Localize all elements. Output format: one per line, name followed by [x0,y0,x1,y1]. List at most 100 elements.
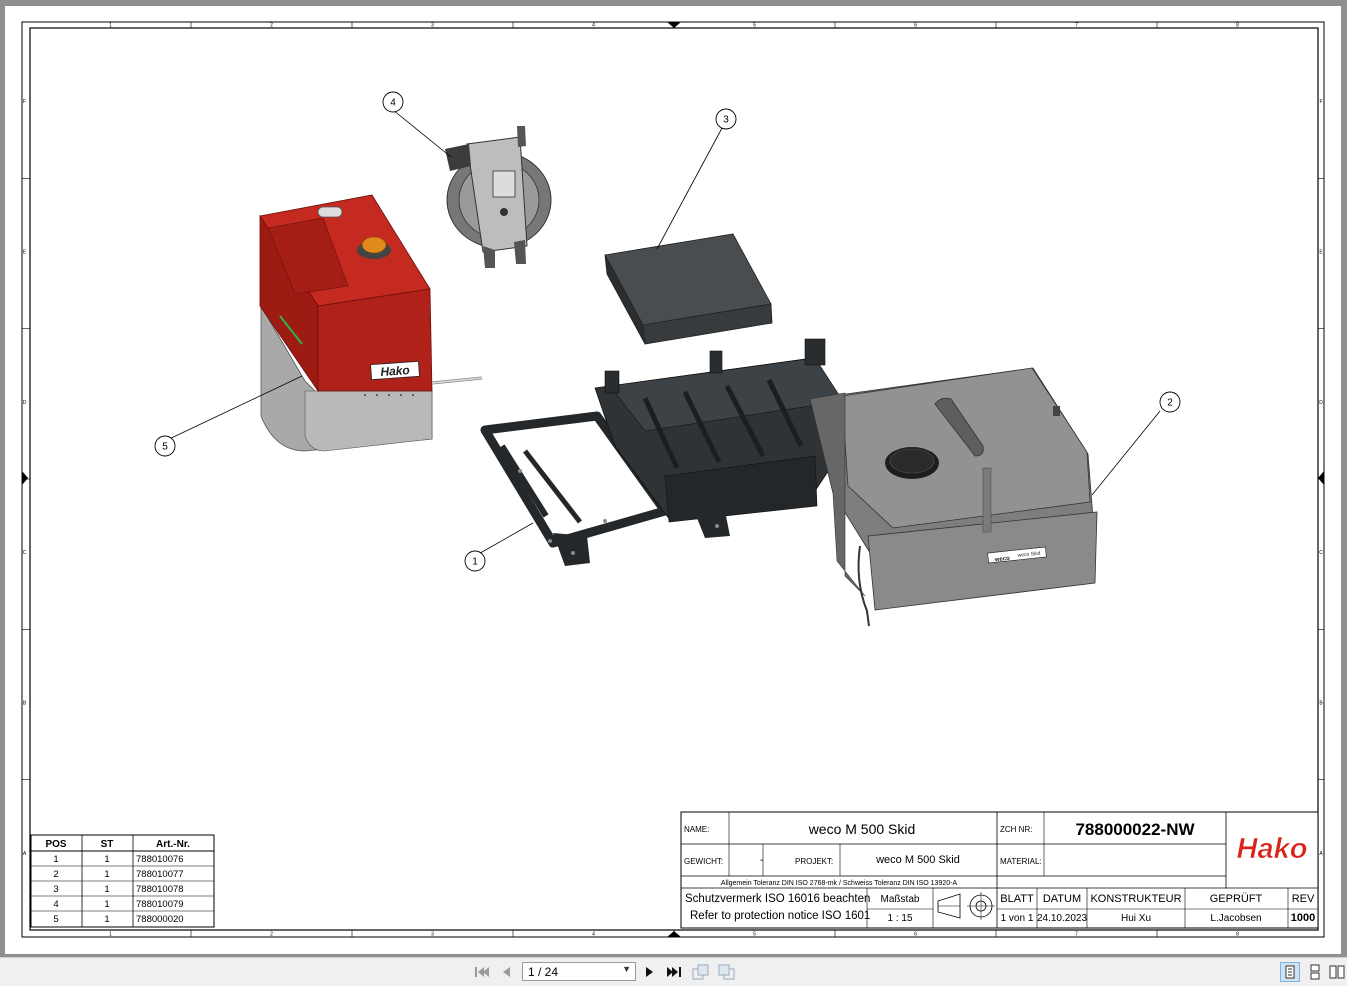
parts-list-cell: 788010076 [136,854,184,865]
previous-view-button[interactable] [692,963,710,981]
hako-logo: Hako [1237,833,1308,865]
callout-label-2: 2 [1167,398,1173,409]
viewer-toolbar: 1 / 24 ▼ [0,957,1347,986]
zch-label: ZCH NR: [1000,825,1032,834]
frame-column-label: 5 [753,932,756,938]
frame-row-label: E [1319,250,1323,256]
parts-list-cell: 788010078 [136,884,184,895]
parts-list-cell: 1 [104,854,109,865]
previous-view-icon [692,964,709,980]
frame-column-label: 1 [109,932,112,938]
frame-row-label: C [1319,550,1323,556]
single-page-view-button[interactable] [1280,962,1300,982]
frame-row-label: A [23,851,27,857]
center-mark-right [1318,471,1324,485]
dropdown-arrow-icon: ▼ [622,964,631,974]
two-page-view-button[interactable] [1329,963,1345,981]
next-view-button[interactable] [718,963,736,981]
frame-column-label: 6 [914,932,917,938]
frame-column-label: 3 [431,23,434,29]
part-1-frame [480,338,846,566]
parts-list: POS ST Art.-Nr. 1 1 788010076 2 1 788010077 3 1 788… [30,834,215,928]
frame-row-label: F [23,99,26,105]
two-page-icon [1329,965,1345,979]
datum-value: 24.10.2023 [1037,913,1087,924]
parts-list-cell: 1 [104,914,109,925]
page-number-select[interactable]: 1 / 24 ▼ [522,962,636,981]
part-4-bracket [445,126,552,268]
protection-notice-en: Refer to protection notice ISO 1601 [690,910,870,922]
part-5-engine: Hako [259,194,483,452]
blatt-value: 1 von 1 [1001,913,1034,924]
part-2-tank: weco weco Skid [809,367,1098,627]
single-page-icon [1285,965,1295,979]
frame-column-label: 6 [914,23,917,29]
page-indicator: 1 / 24 [528,965,559,979]
frame-column-label: 8 [1236,932,1239,938]
center-mark-bottom [667,931,681,937]
rev-value: 1000 [1291,912,1315,924]
previous-page-button[interactable] [497,963,515,981]
projekt-label: PROJEKT: [795,857,833,866]
callout-label-3: 3 [723,115,729,126]
frame-row-label: E [23,250,27,256]
name-value: weco M 500 Skid [808,821,916,837]
datum-label: DATUM [1043,893,1081,905]
massstab-value: 1 : 15 [887,913,912,924]
rev-label: REV [1292,893,1315,905]
tolerance-note: Allgemein Toleranz DIN ISO 2768-mk / Sch… [721,880,958,887]
projekt-value: weco M 500 Skid [875,854,960,866]
part-3-cover [604,233,773,345]
parts-list-cell: 788010077 [136,869,184,880]
center-mark-left [22,471,28,485]
material-label: MATERIAL: [1000,857,1042,866]
first-page-button[interactable] [473,963,491,981]
first-page-icon [475,967,489,977]
gewicht-value: - [760,855,763,866]
engine-badge: Hako [380,363,410,379]
frame-row-label: C [23,550,27,556]
previous-page-icon [503,967,510,977]
next-page-icon [646,967,653,977]
konstrukteur-label: KONSTRUKTEUR [1090,893,1181,905]
last-page-icon [667,967,681,977]
drawing-page: 1122334455667788FFEEDDCCBBAA Hako weco w… [5,6,1341,954]
frame-row-label: B [1319,701,1323,707]
massstab-label: Maßstab [881,894,920,905]
parts-list-cell: 1 [53,854,58,865]
parts-list-header: Art.-Nr. [156,839,190,850]
frame-row-label: A [1319,851,1323,857]
parts-list-header: ST [101,839,114,850]
konstrukteur-value: Hui Xu [1121,913,1151,924]
next-page-button[interactable] [641,963,659,981]
frame-column-label: 3 [431,932,434,938]
continuous-view-button[interactable] [1306,963,1324,981]
technical-drawing: 1122334455667788F FE ED DC CB BA A Hako … [21,21,1325,938]
geprueft-label: GEPRÜFT [1210,893,1263,905]
document-viewer: 1122334455667788FFEEDDCCBBAA Hako weco w… [0,0,1347,957]
parts-list-cell: 4 [53,899,58,910]
callout-label-1: 1 [472,557,478,568]
frame-column-label: 2 [270,23,273,29]
frame-column-label: 4 [592,932,595,938]
parts-list-cell: 2 [53,869,58,880]
frame-column-label: 2 [270,932,273,938]
last-page-button[interactable] [665,963,683,981]
continuous-page-icon [1310,964,1320,980]
parts-list-cell: 1 [104,884,109,895]
frame-column-label: 8 [1236,23,1239,29]
callout-label-5: 5 [162,442,168,453]
gewicht-label: GEWICHT: [684,857,723,866]
frame-column-label: 7 [1075,932,1078,938]
geprueft-value: L.Jacobsen [1210,913,1261,924]
frame-row-label: F [1319,99,1322,105]
parts-list-cell: 1 [104,869,109,880]
callout-label-4: 4 [390,98,396,109]
frame-row-label: B [23,701,27,707]
blatt-label: BLATT [1000,893,1034,905]
frame-column-label: 4 [592,23,595,29]
parts-list-cell: 5 [53,914,58,925]
protection-notice-de: Schutzvermerk ISO 16016 beachten [685,893,870,905]
center-mark-top [667,22,681,28]
parts-list-cell: 788010079 [136,899,184,910]
